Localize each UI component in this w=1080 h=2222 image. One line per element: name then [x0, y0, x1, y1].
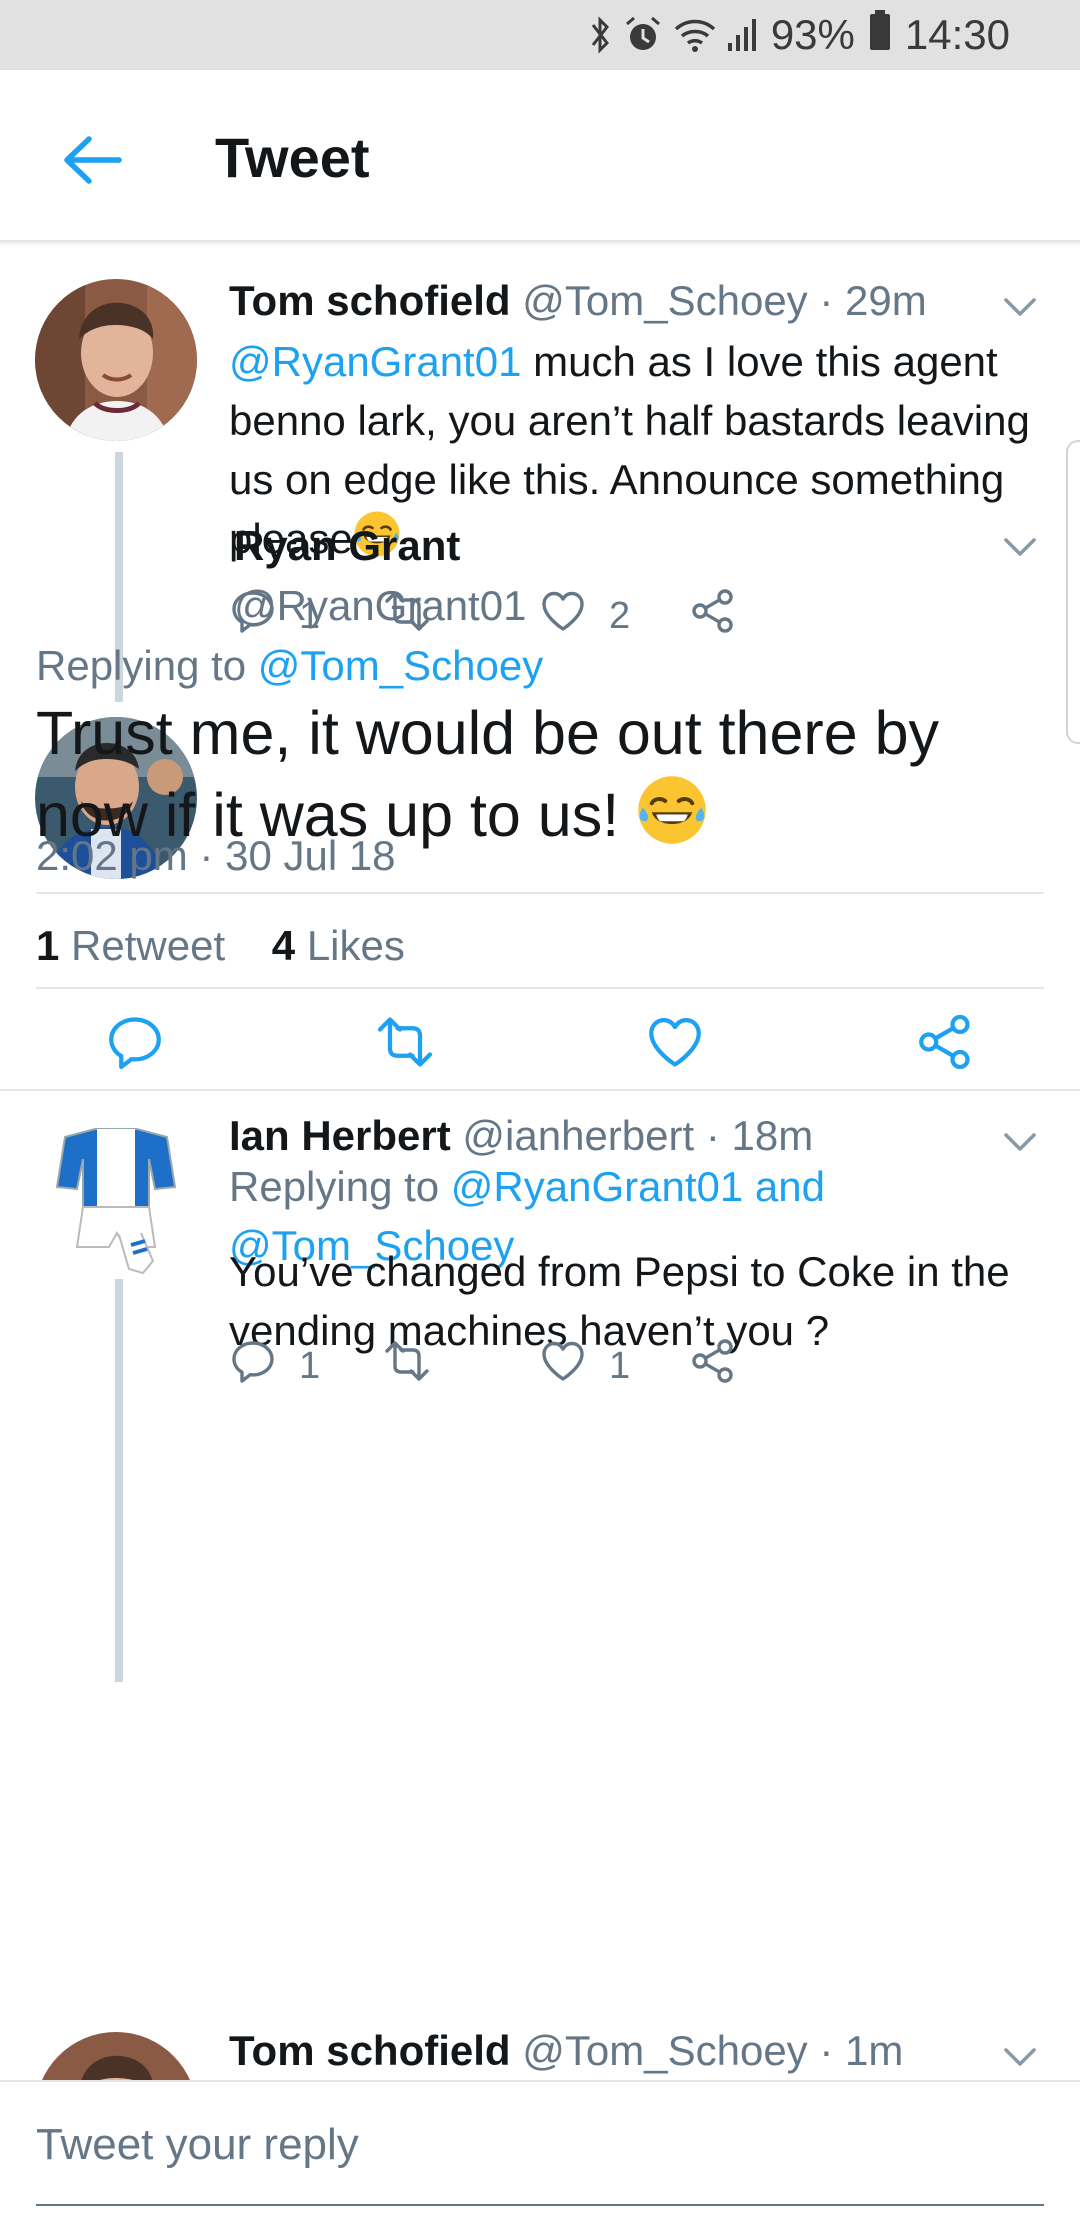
tweet-header: Tom schofield @Tom_Schoey · 1m: [229, 2027, 903, 2075]
reply-icon[interactable]: [105, 1012, 165, 1077]
divider: [36, 892, 1044, 894]
status-time: 14:30: [904, 11, 1010, 58]
tweet-thread[interactable]: Tom schofield @Tom_Schoey · 29m @RyanGra…: [0, 242, 1080, 2082]
back-arrow-icon[interactable]: [52, 120, 132, 200]
chevron-down-icon[interactable]: [1000, 1127, 1040, 1157]
main-tweet-actions: [0, 1012, 1080, 1082]
like-button[interactable]: 1: [539, 1337, 630, 1395]
wifi-icon: [673, 15, 717, 55]
page-title: Tweet: [215, 126, 370, 189]
author-name[interactable]: Ryan Grant: [234, 522, 460, 570]
chevron-down-icon[interactable]: [1000, 532, 1040, 562]
laughing-emoji-icon: [636, 774, 708, 866]
tweet-header: Tom schofield @Tom_Schoey · 29m: [229, 277, 927, 325]
retweet-label: Retweet: [71, 922, 226, 969]
author-name[interactable]: Ian Herbert: [229, 1112, 451, 1159]
tweet-timestamp: 2:02 pm · 30 Jul 18: [36, 832, 396, 879]
tweet-body: Trust me, it would be out there by now i…: [36, 699, 939, 850]
retweet-icon: [379, 1337, 435, 1395]
signal-icon: [727, 15, 757, 55]
author-handle[interactable]: @RyanGrant01: [234, 582, 526, 630]
share-icon: [689, 1337, 737, 1395]
divider: [36, 987, 1044, 989]
author-name[interactable]: Tom schofield: [229, 2027, 511, 2074]
share-icon: [689, 587, 737, 645]
replying-prefix: Replying to: [229, 1163, 451, 1210]
divider: [0, 1089, 1080, 1091]
retweet-button[interactable]: [379, 1337, 435, 1395]
chevron-down-icon[interactable]: [1000, 292, 1040, 322]
heart-icon[interactable]: [645, 1012, 705, 1077]
share-button[interactable]: [689, 1337, 737, 1395]
author-handle[interactable]: @Tom_Schoey: [522, 277, 807, 324]
like-label: Likes: [306, 922, 405, 969]
status-right: 93% 14:30: [589, 10, 1010, 60]
status-bar: 93% 14:30: [0, 0, 1080, 70]
share-icon[interactable]: [915, 1012, 975, 1077]
reply-icon: [229, 1337, 277, 1395]
retweet-icon[interactable]: [370, 1012, 440, 1077]
author-name[interactable]: Tom schofield: [229, 277, 511, 324]
reply-button[interactable]: 1: [229, 1337, 320, 1395]
retweets-stat[interactable]: 1 Retweet: [36, 922, 225, 969]
status-icons: [589, 15, 757, 55]
chevron-down-icon[interactable]: [1000, 2042, 1040, 2072]
heart-icon: [539, 1337, 587, 1395]
like-count: 1: [609, 1344, 631, 1387]
avatar[interactable]: [35, 2032, 197, 2082]
scrollbar[interactable]: [1066, 440, 1080, 744]
tweet-stats: 1 Retweet 4 Likes: [36, 922, 405, 970]
heart-icon: [539, 587, 587, 645]
alarm-icon: [623, 15, 663, 55]
replying-and: and: [743, 1163, 825, 1210]
mention-link[interactable]: @RyanGrant01: [229, 338, 521, 385]
thread-line: [115, 1242, 123, 1682]
avatar[interactable]: [35, 279, 197, 441]
author-handle[interactable]: @Tom_Schoey: [522, 2027, 807, 2074]
replying-to: Replying to @Tom_Schoey: [36, 642, 543, 690]
retweet-count: 1: [36, 922, 60, 969]
reply-input-underline: [36, 2204, 1044, 2206]
reply-input[interactable]: Tweet your reply: [36, 2120, 359, 2170]
like-count: 4: [271, 922, 296, 969]
author-handle[interactable]: @ianherbert: [462, 1112, 694, 1159]
replying-prefix: Replying to: [36, 642, 258, 689]
tweet-header: Ian Herbert @ianherbert · 18m: [229, 1112, 813, 1160]
mention-link[interactable]: @RyanGrant01: [451, 1163, 743, 1210]
bluetooth-icon: [589, 15, 613, 55]
app-bar: Tweet: [0, 70, 1080, 242]
tweet-time: · 1m: [819, 2027, 904, 2074]
like-count: 2: [609, 594, 631, 637]
tweet-time: · 29m: [819, 277, 927, 324]
battery-percent: 93%: [770, 11, 855, 58]
tweet-actions: 1 1: [229, 1337, 949, 1397]
reply-bar: Tweet your reply: [0, 2080, 1080, 2222]
avatar[interactable]: [35, 1117, 197, 1279]
likes-stat[interactable]: 4 Likes: [272, 922, 405, 969]
reply-count: 1: [299, 1344, 321, 1387]
mention-link[interactable]: @Tom_Schoey: [258, 642, 543, 689]
battery-icon: [869, 9, 891, 61]
tweet-time: · 18m: [705, 1112, 814, 1159]
like-button[interactable]: 2: [539, 587, 630, 645]
share-button[interactable]: [689, 587, 737, 645]
